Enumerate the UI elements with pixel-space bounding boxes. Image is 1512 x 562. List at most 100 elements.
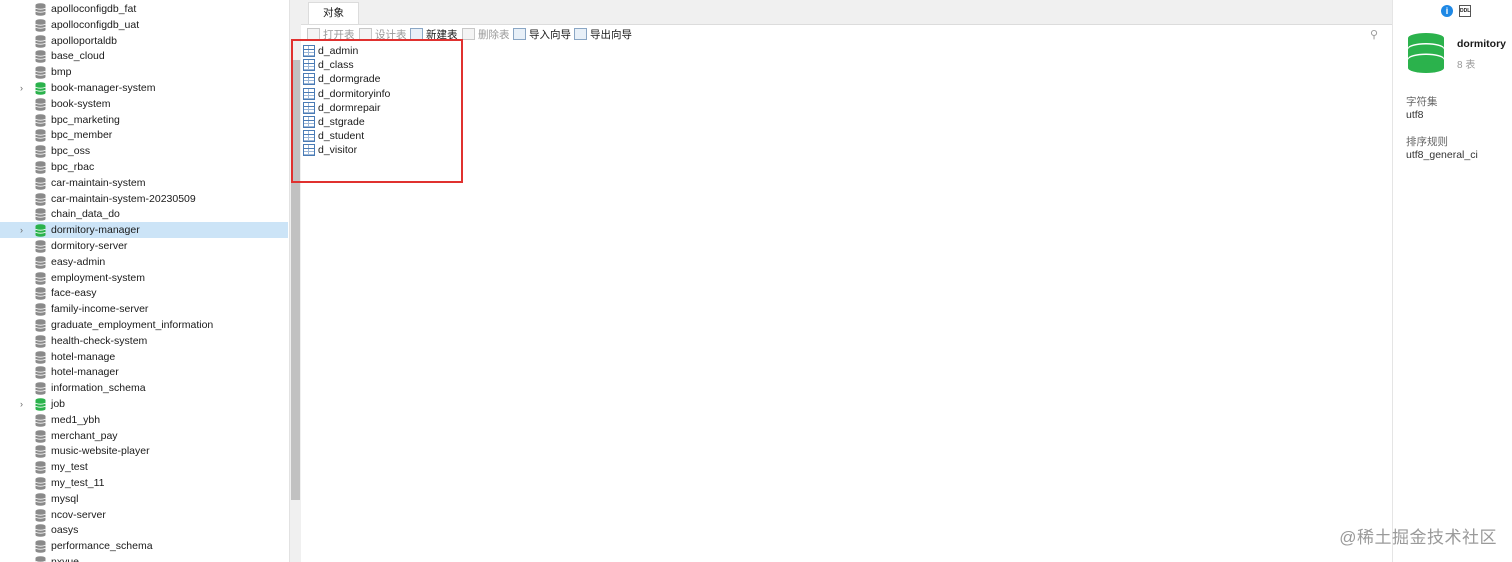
charset-label: 字符集 [1406,96,1438,108]
tree-item[interactable]: bmp [0,64,288,80]
database-icon [35,477,46,490]
tree-item[interactable]: employment-system [0,270,288,286]
tree-item[interactable]: › book-manager-system [0,80,288,96]
database-icon [35,34,46,48]
database-icon [35,461,46,474]
tree-item-label: car-maintain-system [51,176,146,189]
import-icon [513,28,526,40]
search-icon[interactable]: ⚲ [1370,28,1382,41]
database-icon [35,287,46,301]
tree-item[interactable]: apolloportaldb [0,33,288,49]
tree-item-label: bmp [51,66,72,79]
database-icon [35,508,46,522]
tree-item[interactable]: book-system [0,96,288,112]
database-icon [35,113,46,127]
delete-table-button[interactable]: 删除表 [462,28,510,42]
tree-item[interactable]: mysql [0,491,288,507]
database-tree[interactable]: apolloconfigdb_fat apolloconfigdb_uat apol… [0,0,289,562]
tree-item-label: my_test_11 [51,477,105,489]
database-icon [35,492,46,506]
tree-item-label: information_schema [51,382,146,395]
tree-item[interactable]: chain_data_do [0,206,288,222]
tree-item[interactable]: information_schema [0,380,288,396]
tree-item[interactable]: › job [0,396,288,412]
tree-item[interactable]: apolloconfigdb_fat [0,1,288,17]
tree-item[interactable]: bpc_rbac [0,159,288,175]
database-name: dormitory [1457,38,1507,50]
tree-item[interactable]: easy-admin [0,254,288,270]
tree-item[interactable]: performance_schema [0,538,288,554]
database-icon [35,429,46,443]
database-icon [35,192,46,206]
tree-item[interactable]: hotel-manager [0,364,288,380]
database-icon [35,350,46,364]
tree-item[interactable]: bpc_marketing [0,112,288,128]
tree-item[interactable]: hotel-manage [0,349,288,365]
tree-item[interactable]: base_cloud [0,48,288,64]
tree-item-label: graduate_employment_information [51,319,214,331]
database-icon [35,271,46,285]
database-icon [35,240,46,253]
tree-item[interactable]: bpc_member [0,127,288,143]
tree-item-label: bpc_marketing [51,113,120,126]
tree-item[interactable]: my_test_11 [0,475,288,491]
tree-item-label: dormitory-server [51,240,128,252]
database-icon [35,413,46,427]
tree-item[interactable]: ncov-server [0,507,288,523]
table-count: 8 表 [1457,60,1476,71]
tree-item-label: health-check-system [51,334,148,347]
database-icon [35,129,46,143]
tree-item-label: family-income-server [51,303,149,316]
tree-item-label: chain_data_do [51,208,120,221]
tree-item-label: nxvue [51,556,80,562]
delete-table-icon [462,28,475,40]
tree-item[interactable]: med1_ybh [0,412,288,428]
database-icon [35,66,46,79]
tree-item[interactable]: merchant_pay [0,428,288,444]
tree-item[interactable]: graduate_employment_information [0,317,288,333]
database-icon [35,556,46,562]
database-icon [35,255,46,269]
tree-item[interactable]: apolloconfigdb_uat [0,17,288,33]
tree-item-label: car-maintain-system-20230509 [51,192,196,205]
tree-item[interactable]: face-easy [0,285,288,301]
chevron-right-icon[interactable]: › [20,83,30,93]
tree-item-label: bpc_rbac [51,161,95,173]
chevron-right-icon[interactable]: › [20,399,30,409]
database-icon [35,50,46,64]
tree-item[interactable]: family-income-server [0,301,288,317]
tree-item[interactable]: bpc_oss [0,143,288,159]
info-icon[interactable]: i [1441,5,1453,17]
object-toolbar: 打开表 设计表 新建表 删除表 导入向导 导出向导 [301,25,1392,45]
database-icon [35,18,46,32]
tree-item[interactable]: car-maintain-system-20230509 [0,191,288,207]
tree-item-label: performance_schema [51,540,153,553]
tree-item-label: book-system [51,97,111,110]
database-icon [35,319,46,332]
tree-item[interactable]: my_test [0,459,288,475]
tree-item-label: dormitory-manager [51,224,140,237]
tree-item[interactable]: nxvue [0,554,288,562]
import-wizard-button[interactable]: 导入向导 [513,28,571,42]
tab-objects[interactable]: 对象 [308,2,359,24]
tree-item[interactable]: car-maintain-system [0,175,288,191]
ddl-icon[interactable]: DDL [1459,5,1471,17]
chevron-right-icon[interactable]: › [20,225,30,235]
tree-item[interactable]: dormitory-server [0,238,288,254]
tree-item[interactable]: music-website-player [0,443,288,459]
tree-item-label: job [51,398,66,410]
tree-item[interactable]: health-check-system [0,333,288,349]
database-icon [35,540,46,553]
tree-item-label: mysql [51,492,79,505]
database-icon [35,303,46,316]
collation-label: 排序规则 [1406,136,1448,148]
tree-item[interactable]: › dormitory-manager [0,222,288,239]
database-icon [35,208,46,222]
database-icon [35,161,46,174]
export-wizard-button[interactable]: 导出向导 [574,28,632,42]
database-icon [35,398,46,411]
object-info-panel: i DDL dormitory 8 表 字符集 utf8 排序规则 utf8_g… [1392,0,1512,562]
tree-item-label: base_cloud [51,50,105,63]
database-icon [35,445,46,459]
tree-item[interactable]: oasys [0,522,288,538]
